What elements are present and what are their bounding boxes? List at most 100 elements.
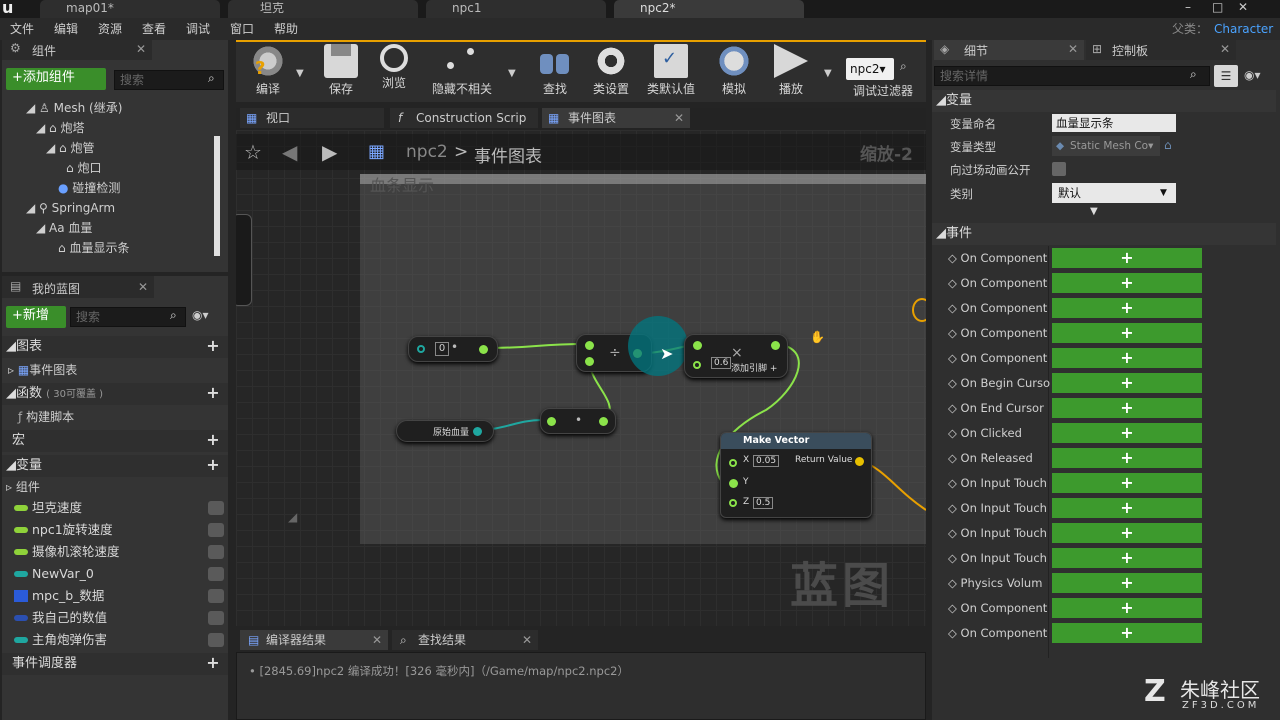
variable-item[interactable]: npc1旋转速度 <box>14 519 226 541</box>
input-pin-b[interactable] <box>693 361 701 369</box>
input-pin-y[interactable] <box>729 479 738 488</box>
add-new-button[interactable]: +新增 <box>6 306 66 328</box>
add-variable-plus-icon[interactable]: + <box>206 457 220 473</box>
add-event-button[interactable]: + <box>1052 323 1202 343</box>
palette-tab[interactable]: ⊞ 控制板 ✕ <box>1086 40 1236 60</box>
visibility-eye-icon[interactable] <box>208 545 224 559</box>
close-icon[interactable]: ✕ <box>674 108 684 128</box>
visibility-eye-icon[interactable] <box>208 523 224 537</box>
save-button[interactable]: 保存 <box>316 42 366 100</box>
add-event-button[interactable]: + <box>1052 298 1202 318</box>
tree-item-collision[interactable]: ● 碰撞检测 <box>58 178 120 198</box>
simulate-button[interactable]: 模拟 <box>708 42 760 100</box>
menu-file[interactable]: 文件 <box>10 18 34 40</box>
components-subcategory[interactable]: ▹ 组件 <box>6 477 40 497</box>
close-icon[interactable]: ✕ <box>1068 42 1078 56</box>
tree-item-muzzle[interactable]: ⌂ 炮口 <box>66 158 101 178</box>
compile-button[interactable]: ? 编译 <box>240 42 296 100</box>
integer-literal-node[interactable]: 0 • <box>408 336 498 362</box>
macros-category[interactable]: 宏 + <box>2 430 228 452</box>
add-event-button[interactable]: + <box>1052 573 1202 593</box>
input-pin-x[interactable] <box>729 459 737 467</box>
tree-scrollbar[interactable] <box>214 136 220 256</box>
variable-item[interactable]: 坦克速度 <box>14 497 226 519</box>
minimize-button[interactable]: – <box>1185 0 1199 14</box>
category-select[interactable]: 默认 ▼ <box>1052 183 1176 203</box>
convert-node[interactable]: • <box>540 408 616 434</box>
events-section[interactable]: ◢事件 <box>932 223 1276 245</box>
output-pin[interactable] <box>771 341 780 350</box>
lerp-value-field[interactable]: 0.6 <box>711 357 732 369</box>
cinematic-checkbox[interactable] <box>1052 162 1066 176</box>
add-event-button[interactable]: + <box>1052 523 1202 543</box>
close-icon[interactable]: ✕ <box>522 630 532 650</box>
add-dispatcher-plus-icon[interactable]: + <box>206 655 220 671</box>
tab-event-graph[interactable]: ▦ 事件图表 ✕ <box>542 108 690 128</box>
int-value-field[interactable]: 0 <box>435 342 449 356</box>
input-pin-z[interactable] <box>729 499 737 507</box>
tree-item-healthbar[interactable]: ⌂ 血量显示条 <box>58 238 129 258</box>
variable-item[interactable]: 主角炮弹伤害 <box>14 629 226 651</box>
input-pin-a[interactable] <box>585 341 594 350</box>
variable-item[interactable]: NewVar_0 <box>14 563 226 585</box>
visibility-eye-icon[interactable] <box>208 589 224 603</box>
add-event-button[interactable]: + <box>1052 598 1202 618</box>
maximize-button[interactable]: □ <box>1212 0 1226 14</box>
doc-tab-map01[interactable]: map01* <box>40 0 220 18</box>
input-pin-b[interactable] <box>585 357 594 366</box>
parent-class-link[interactable]: Character <box>1214 18 1273 40</box>
graphs-category[interactable]: ◢图表 + <box>2 336 228 358</box>
add-event-button[interactable]: + <box>1052 248 1202 268</box>
menu-debug[interactable]: 调试 <box>186 18 210 40</box>
close-icon[interactable]: ✕ <box>136 42 146 56</box>
menu-window[interactable]: 窗口 <box>230 18 254 40</box>
add-event-button[interactable]: + <box>1052 273 1202 293</box>
output-pin[interactable] <box>473 427 482 436</box>
variable-item[interactable]: 摄像机滚轮速度 <box>14 541 226 563</box>
var-name-input[interactable]: 血量显示条 <box>1052 114 1176 132</box>
class-settings-button[interactable]: 类设置 <box>586 42 636 100</box>
variable-getter-node[interactable]: 原始血量 <box>396 420 494 442</box>
tab-compiler-results[interactable]: ▤ 编译器结果 ✕ <box>240 630 388 650</box>
chevron-down-icon[interactable]: ▼ <box>508 68 516 79</box>
tree-item-springarm[interactable]: ◢ ⚲ SpringArm <box>26 198 115 218</box>
doc-tab-npc2[interactable]: npc2* <box>614 0 804 18</box>
add-event-button[interactable]: + <box>1052 548 1202 568</box>
visibility-eye-icon[interactable] <box>208 633 224 647</box>
add-event-button[interactable]: + <box>1052 373 1202 393</box>
property-matrix-button[interactable]: ☰ <box>1214 65 1238 87</box>
output-pin[interactable] <box>599 417 608 426</box>
output-pin[interactable] <box>479 345 488 354</box>
close-icon[interactable]: ✕ <box>138 280 148 294</box>
tab-find-results[interactable]: ⌕ 查找结果 ✕ <box>392 630 538 650</box>
add-event-button[interactable]: + <box>1052 423 1202 443</box>
construction-script-item[interactable]: ƒ 构建脚本 <box>18 407 74 427</box>
close-icon[interactable]: ✕ <box>372 630 382 650</box>
visibility-eye-icon[interactable] <box>208 501 224 515</box>
details-tab[interactable]: ◈ 细节 ✕ <box>934 40 1084 60</box>
z-value-field[interactable]: 0.5 <box>753 497 774 509</box>
add-event-button[interactable]: + <box>1052 348 1202 368</box>
add-event-button[interactable]: + <box>1052 398 1202 418</box>
chevron-down-icon[interactable]: ▼ <box>824 68 832 79</box>
var-type-select[interactable]: ◆ Static Mesh Co▾ <box>1052 136 1160 156</box>
close-icon[interactable]: ✕ <box>1220 42 1230 56</box>
dispatchers-category[interactable]: 事件调度器 + <box>2 653 228 675</box>
add-event-button[interactable]: + <box>1052 448 1202 468</box>
tree-item-barrel[interactable]: ◢ ⌂ 炮管 <box>46 138 95 158</box>
visibility-eye-icon[interactable] <box>208 567 224 581</box>
hide-unrelated-button[interactable]: 隐藏不相关 <box>426 42 498 100</box>
add-event-button[interactable]: + <box>1052 623 1202 643</box>
menu-help[interactable]: 帮助 <box>274 18 298 40</box>
play-button[interactable]: 播放 <box>766 42 816 100</box>
find-button[interactable]: 查找 <box>530 42 580 100</box>
add-event-button[interactable]: + <box>1052 473 1202 493</box>
event-graph-item[interactable]: ▹ ▦事件图表 <box>8 360 77 380</box>
tab-viewport[interactable]: ▦ 视口 <box>240 108 384 128</box>
add-pin-button[interactable]: 添加引脚 + <box>731 361 777 374</box>
close-button[interactable]: ✕ <box>1238 0 1252 14</box>
input-pin[interactable] <box>547 417 556 426</box>
add-function-plus-icon[interactable]: + <box>206 385 220 401</box>
blueprint-search-input[interactable]: 搜索 <box>70 307 186 327</box>
search-icon[interactable]: ⌕ <box>900 59 907 74</box>
